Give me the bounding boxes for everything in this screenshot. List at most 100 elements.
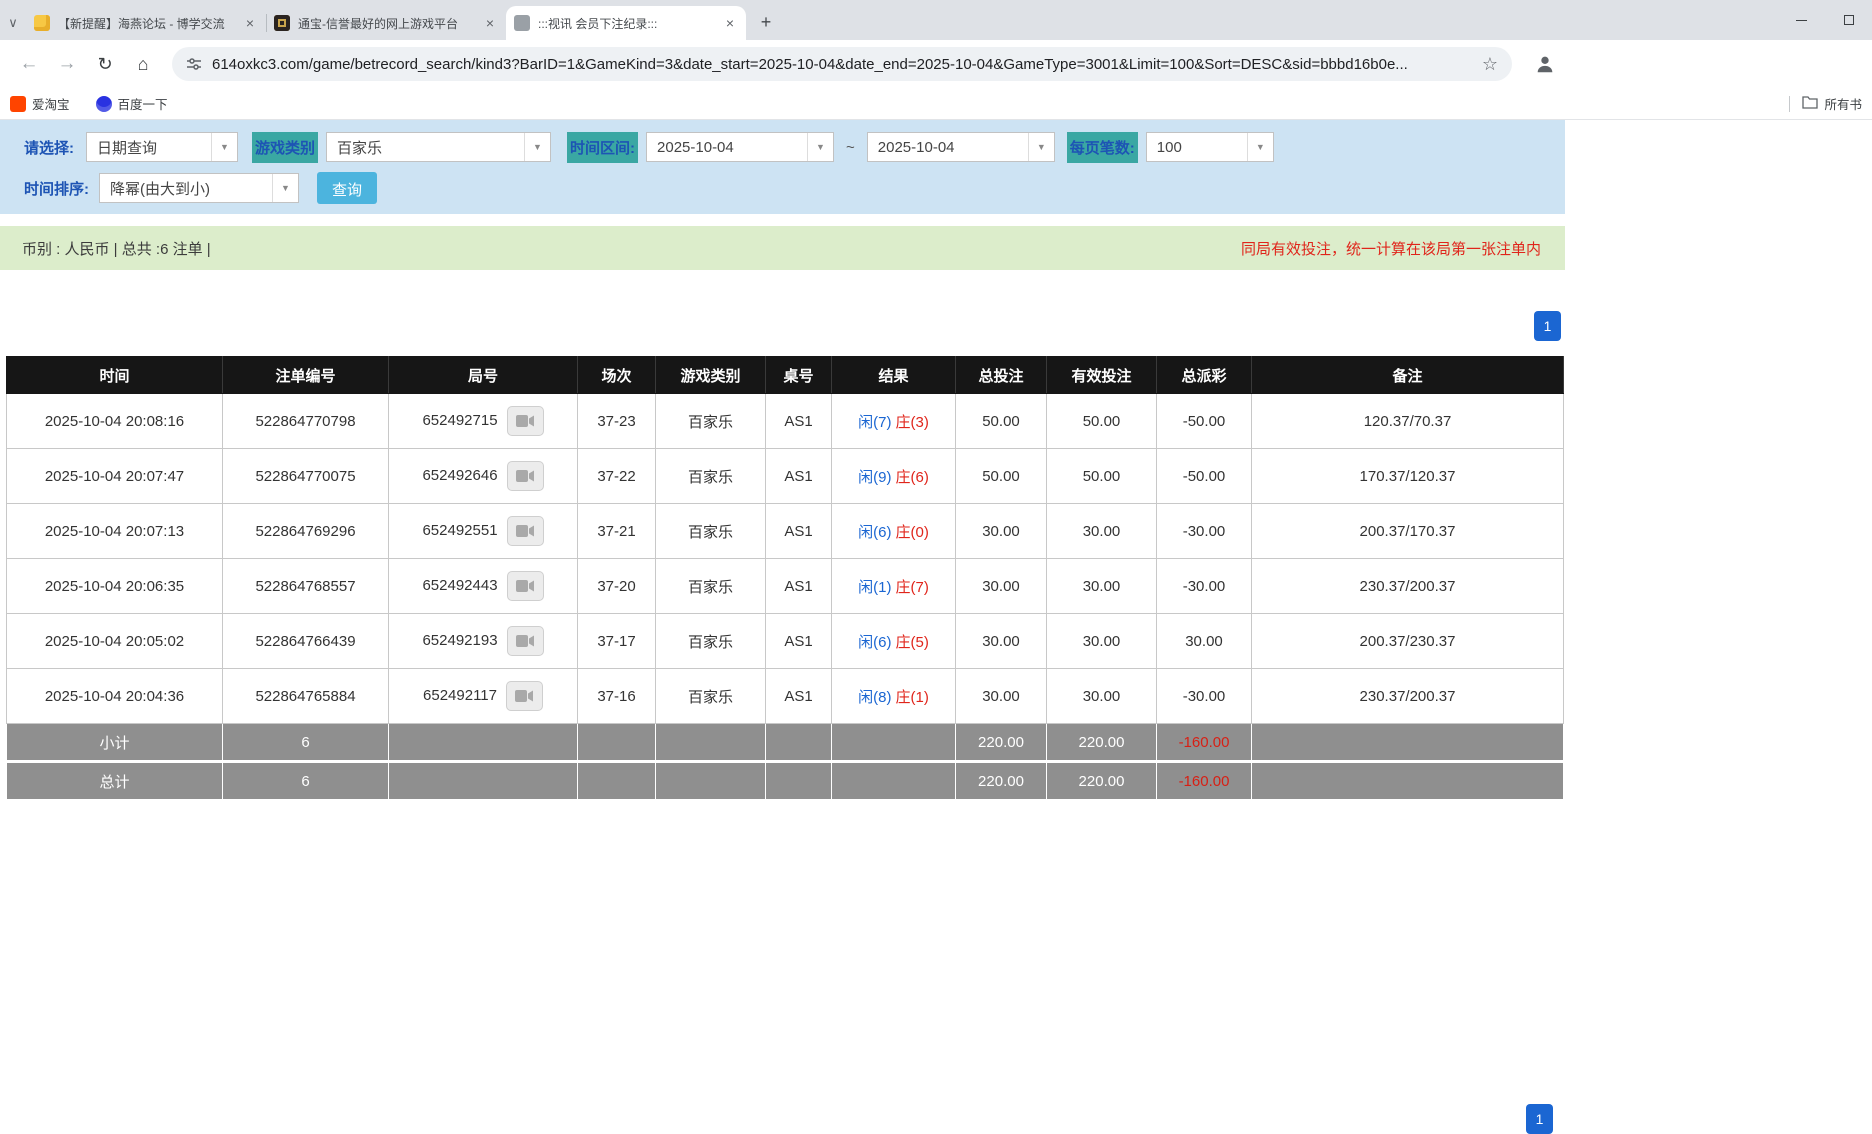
close-tab-icon[interactable]: ×: [722, 15, 738, 31]
header-round: 局号: [389, 357, 578, 394]
chevron-down-icon[interactable]: ▼: [807, 133, 833, 161]
new-tab-button[interactable]: +: [752, 8, 780, 36]
chevron-down-icon[interactable]: ▼: [1247, 133, 1273, 161]
cell-bet-id: 522864770075: [223, 449, 389, 504]
forward-button[interactable]: →: [52, 49, 82, 79]
cell-total-bet[interactable]: 50.00: [956, 394, 1047, 449]
game-category-label: 游戏类别: [252, 132, 318, 163]
replay-video-button[interactable]: [507, 571, 544, 601]
replay-video-button[interactable]: [507, 406, 544, 436]
subtotal-payout: -160.00: [1157, 724, 1252, 762]
cell-total-bet[interactable]: 50.00: [956, 449, 1047, 504]
date-start-select[interactable]: 2025-10-04 ▼: [646, 132, 834, 162]
cell-payout: -30.00: [1157, 559, 1252, 614]
pagination-top: 1: [0, 311, 1561, 341]
round-number: 652492715: [422, 412, 497, 429]
subtotal-total-bet: 220.00: [956, 724, 1047, 762]
home-button[interactable]: ⌂: [128, 49, 158, 79]
address-bar[interactable]: 614oxkc3.com/game/betrecord_search/kind3…: [172, 47, 1512, 81]
date-start-value: 2025-10-04: [647, 133, 807, 161]
cell-payout: 30.00: [1157, 614, 1252, 669]
per-page-label: 每页笔数:: [1067, 132, 1138, 163]
query-type-select[interactable]: 日期查询 ▼: [86, 132, 238, 162]
cell-payout: -50.00: [1157, 394, 1252, 449]
profile-avatar-icon[interactable]: [1530, 49, 1560, 79]
filter-row-1: 请选择: 日期查询 ▼ 游戏类别 百家乐 ▼ 时间区间: 2025-10-04 …: [0, 131, 1565, 163]
cell-empty: [389, 724, 578, 762]
cell-total-bet[interactable]: 30.00: [956, 559, 1047, 614]
replay-video-button[interactable]: [507, 626, 544, 656]
chevron-down-icon[interactable]: ▼: [524, 133, 550, 161]
chevron-down-icon[interactable]: ▼: [211, 133, 237, 161]
bookmark-baidu[interactable]: 百度一下: [96, 94, 168, 113]
cell-valid-bet: 50.00: [1047, 394, 1157, 449]
cell-bet-id: 522864770798: [223, 394, 389, 449]
page-1-button[interactable]: 1: [1534, 311, 1561, 341]
cell-time: 2025-10-04 20:04:36: [7, 669, 223, 724]
cell-total-bet[interactable]: 30.00: [956, 504, 1047, 559]
taobao-icon: [10, 96, 26, 112]
grand-total-label: 总计: [7, 762, 223, 800]
tab-haiyan-forum[interactable]: 【新提醒】海燕论坛 - 博学交流 ×: [26, 6, 266, 40]
cell-result: 闲(6)庄(5): [832, 614, 956, 669]
back-button[interactable]: ←: [14, 49, 44, 79]
date-end-select[interactable]: 2025-10-04 ▼: [867, 132, 1055, 162]
per-page-select[interactable]: 100 ▼: [1146, 132, 1274, 162]
cell-table-no: AS1: [766, 504, 832, 559]
close-tab-icon[interactable]: ×: [242, 15, 258, 31]
bookmark-star-icon[interactable]: ☆: [1482, 54, 1498, 75]
cell-table-no: AS1: [766, 449, 832, 504]
replay-video-button[interactable]: [507, 461, 544, 491]
cell-session: 37-23: [578, 394, 656, 449]
replay-video-button[interactable]: [506, 681, 543, 711]
cell-game: 百家乐: [656, 614, 766, 669]
plus-icon: +: [761, 12, 772, 33]
cell-total-bet[interactable]: 30.00: [956, 614, 1047, 669]
minimize-button[interactable]: [1778, 0, 1825, 40]
all-bookmarks-folder[interactable]: 所有书: [1802, 94, 1862, 113]
bookmark-label: 百度一下: [118, 94, 168, 113]
page-1-button-bottom[interactable]: 1: [1526, 1104, 1553, 1134]
cell-result: 闲(9)庄(6): [832, 449, 956, 504]
cell-total-bet[interactable]: 30.00: [956, 669, 1047, 724]
chevron-down-icon[interactable]: ▼: [1028, 133, 1054, 161]
cell-round: 652492193: [389, 614, 578, 669]
site-info-icon[interactable]: [186, 56, 202, 72]
header-game-type: 游戏类别: [656, 357, 766, 394]
per-page-value: 100: [1147, 133, 1247, 161]
chevron-down-icon[interactable]: ▼: [272, 174, 298, 202]
replay-video-button[interactable]: [507, 516, 544, 546]
tab-title: 通宝-信誉最好的网上游戏平台: [298, 15, 476, 32]
tab-search-button[interactable]: ∨: [0, 6, 26, 40]
cell-table-no: AS1: [766, 394, 832, 449]
select-type-label: 请选择:: [24, 137, 74, 158]
close-tab-icon[interactable]: ×: [482, 15, 498, 31]
search-button[interactable]: 查询: [317, 172, 377, 204]
game-category-select[interactable]: 百家乐 ▼: [326, 132, 551, 162]
cell-payout: -50.00: [1157, 449, 1252, 504]
window-controls: [1778, 0, 1872, 40]
browser-toolbar: ← → ↻ ⌂ 614oxkc3.com/game/betrecord_sear…: [0, 40, 1872, 88]
cell-empty: [1252, 762, 1564, 800]
cell-empty: [766, 724, 832, 762]
cell-bet-id: 522864765884: [223, 669, 389, 724]
bookmark-label: 爱淘宝: [32, 94, 70, 113]
summary-bar: 币别 : 人民币 | 总共 :6 注单 | 同局有效投注，统一计算在该局第一张注…: [0, 226, 1565, 270]
time-sort-select[interactable]: 降幂(由大到小) ▼: [99, 173, 299, 203]
maximize-button[interactable]: [1825, 0, 1872, 40]
cell-time: 2025-10-04 20:05:02: [7, 614, 223, 669]
url-text[interactable]: 614oxkc3.com/game/betrecord_search/kind3…: [212, 56, 1472, 73]
tab-tongbao-platform[interactable]: 通宝-信誉最好的网上游戏平台 ×: [266, 6, 506, 40]
tongbao-favicon-icon: [274, 15, 290, 31]
bookmark-taobao[interactable]: 爱淘宝: [10, 94, 70, 113]
cell-valid-bet: 30.00: [1047, 504, 1157, 559]
cell-bet-id: 522864769296: [223, 504, 389, 559]
cell-payout: -30.00: [1157, 669, 1252, 724]
cell-empty: [389, 762, 578, 800]
divider: [1789, 96, 1790, 112]
tab-bet-records-active[interactable]: :::视讯 会员下注纪录::: ×: [506, 6, 746, 40]
cell-note: 170.37/120.37: [1252, 449, 1564, 504]
time-sort-label: 时间排序:: [24, 178, 89, 199]
round-number: 652492193: [422, 632, 497, 649]
reload-button[interactable]: ↻: [90, 49, 120, 79]
